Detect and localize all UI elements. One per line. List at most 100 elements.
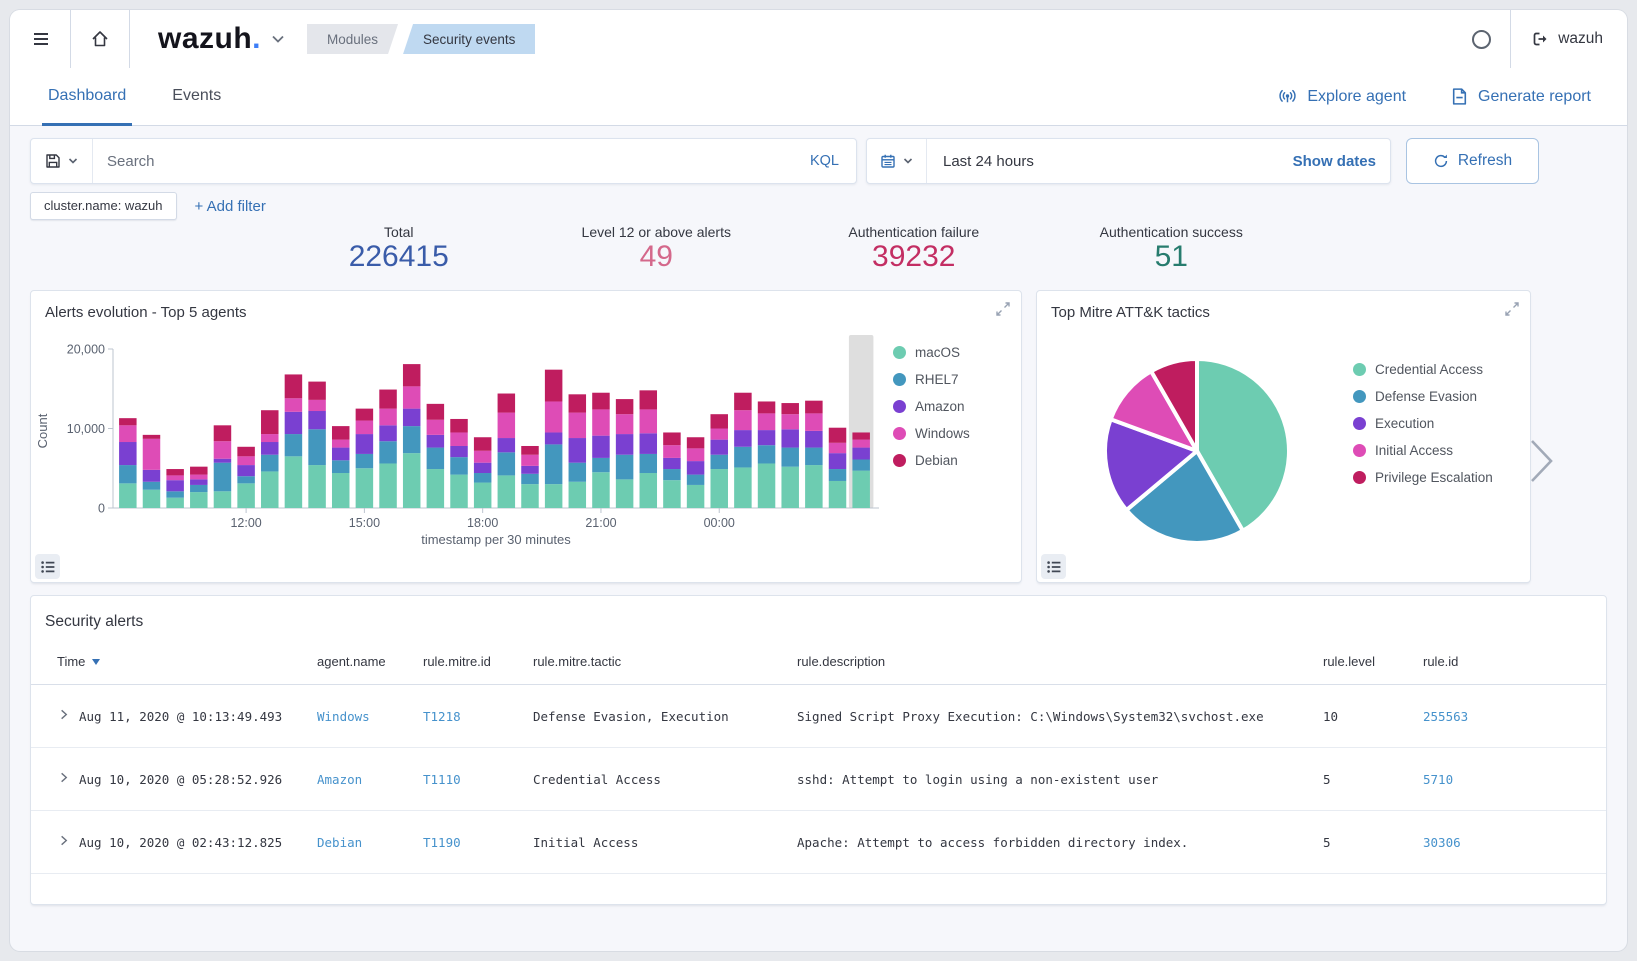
bar-series-Windows[interactable]	[119, 386, 870, 480]
filter-bar: cluster.name: wazuh + Add filter	[30, 191, 1607, 221]
column-header-rule-mitre-tactic[interactable]: rule.mitre.tactic	[533, 654, 797, 669]
legend-item-amazon[interactable]: Amazon	[893, 397, 970, 415]
column-header-label: Time	[57, 654, 85, 669]
legend-label: Debian	[915, 453, 958, 468]
expand-row-button[interactable]	[57, 771, 70, 788]
divider	[70, 10, 71, 68]
tab-events[interactable]: Events	[166, 68, 227, 126]
legend-item-rhel7[interactable]: RHEL7	[893, 370, 970, 388]
svg-text:timestamp per 30 minutes: timestamp per 30 minutes	[421, 532, 571, 547]
cell-rule-id[interactable]: 5710	[1423, 772, 1606, 787]
saved-queries-button[interactable]	[31, 139, 93, 183]
legend-label: Privilege Escalation	[1375, 470, 1493, 485]
legend-item-initial-access[interactable]: Initial Access	[1353, 441, 1493, 459]
breadcrumb-modules[interactable]: Modules	[307, 24, 398, 54]
chevron-down-icon	[902, 155, 914, 167]
expand-row-button[interactable]	[57, 834, 70, 851]
cell-agent-name[interactable]: Debian	[317, 835, 423, 850]
legend-toggle-button[interactable]	[35, 554, 60, 579]
search-input[interactable]	[93, 153, 793, 170]
cell-rule-mitre-id[interactable]: T1218	[423, 709, 533, 724]
list-icon	[40, 559, 56, 575]
column-header-label: rule.level	[1323, 654, 1375, 669]
cell-rule-id[interactable]: 255563	[1423, 709, 1606, 724]
legend-item-debian[interactable]: Debian	[893, 451, 970, 469]
index-pattern-button[interactable]: wazuh	[1523, 30, 1611, 48]
svg-text:12:00: 12:00	[230, 516, 261, 530]
tab-dashboard[interactable]: Dashboard	[42, 68, 132, 126]
refresh-button[interactable]: Refresh	[1406, 138, 1539, 184]
legend-item-defense-evasion[interactable]: Defense Evasion	[1353, 387, 1493, 405]
legend-item-credential-access[interactable]: Credential Access	[1353, 360, 1493, 378]
cell-rule-mitre-id[interactable]: T1110	[423, 772, 533, 787]
time-value: Aug 10, 2020 @ 02:43:12.825	[79, 835, 282, 850]
bar-chart-legend: macOS RHEL7 Amazon Windows Debian	[893, 343, 970, 478]
legend-item-windows[interactable]: Windows	[893, 424, 970, 442]
column-header-agent-name[interactable]: agent.name	[317, 654, 423, 669]
save-icon	[44, 152, 62, 170]
generate-report-button[interactable]: Generate report	[1450, 87, 1591, 106]
bar-series-macOS[interactable]	[119, 453, 870, 508]
home-button[interactable]	[83, 10, 117, 68]
app-status-button[interactable]	[1464, 10, 1498, 68]
table-body: Aug 11, 2020 @ 10:13:49.493WindowsT1218D…	[31, 685, 1606, 874]
add-filter-button[interactable]: + Add filter	[195, 198, 266, 215]
legend-item-execution[interactable]: Execution	[1353, 414, 1493, 432]
bar-series-Debian[interactable]	[119, 364, 870, 475]
cell-rule-mitre-tactic: Defense Evasion, Execution	[533, 709, 797, 724]
cell-agent-name[interactable]: Amazon	[317, 772, 423, 787]
menu-button[interactable]	[24, 10, 58, 68]
alerts-evolution-chart[interactable]: 010,00020,00012:0015:0018:0021:0000:00ti…	[31, 327, 891, 553]
top-navigation-bar: wazuh. Modules Security events wazuh	[10, 10, 1627, 68]
expand-panel-button[interactable]	[996, 302, 1010, 319]
refresh-icon	[1433, 153, 1449, 169]
svg-text:21:00: 21:00	[585, 516, 616, 530]
filter-pill-cluster-name[interactable]: cluster.name: wazuh	[30, 192, 177, 220]
bar-series-Amazon[interactable]	[119, 409, 870, 492]
pie-chart-legend: Credential Access Defense Evasion Executio…	[1353, 360, 1493, 495]
next-visualizations-chevron[interactable]	[1526, 436, 1556, 489]
panel-title: Alerts evolution - Top 5 agents	[45, 304, 247, 321]
stat-value: 226415	[270, 240, 528, 274]
table-row: Aug 11, 2020 @ 10:13:49.493 WindowsT1218D…	[31, 685, 1606, 748]
mitre-tactics-pie-chart[interactable]	[1045, 299, 1349, 603]
legend-item-privilege-escalation[interactable]: Privilege Escalation	[1353, 468, 1493, 486]
wazuh-logo[interactable]: wazuh.	[158, 22, 261, 56]
column-header-label: agent.name	[317, 654, 386, 669]
cell-agent-name[interactable]: Windows	[317, 709, 423, 724]
cell-rule-level: 5	[1323, 835, 1423, 850]
expand-row-button[interactable]	[57, 708, 70, 725]
chevron-right-icon	[57, 771, 70, 784]
query-language-button[interactable]: KQL	[793, 153, 856, 169]
bar-series-RHEL7[interactable]	[119, 426, 870, 498]
legend-dot	[893, 454, 906, 467]
app-switcher-chevron[interactable]	[263, 10, 293, 68]
column-header-time[interactable]: Time	[57, 654, 317, 669]
time-value: Aug 10, 2020 @ 05:28:52.926	[79, 772, 282, 787]
cell-rule-mitre-id[interactable]: T1190	[423, 835, 533, 850]
column-header-rule-mitre-id[interactable]: rule.mitre.id	[423, 654, 533, 669]
wazuh-app: wazuh. Modules Security events wazuh Das…	[10, 10, 1627, 951]
legend-dot	[1353, 390, 1366, 403]
legend-label: Windows	[915, 426, 970, 441]
svg-text:0: 0	[98, 502, 105, 516]
legend-item-macos[interactable]: macOS	[893, 343, 970, 361]
time-value: Aug 11, 2020 @ 10:13:49.493	[79, 709, 282, 724]
cell-rule-description: Signed Script Proxy Execution: C:\Window…	[797, 709, 1323, 724]
column-header-rule-id[interactable]: rule.id	[1423, 654, 1606, 669]
stat-value: 39232	[785, 240, 1043, 274]
legend-toggle-button[interactable]	[1041, 554, 1066, 579]
explore-agent-button[interactable]: Explore agent	[1277, 86, 1406, 107]
stat-value: 51	[1043, 240, 1301, 274]
show-dates-button[interactable]: Show dates	[1279, 153, 1390, 170]
legend-dot	[1353, 363, 1366, 376]
svg-text:18:00: 18:00	[467, 516, 498, 530]
content-area: KQL Last 24 hours Show dates Refresh clu…	[10, 126, 1627, 905]
column-header-rule-level[interactable]: rule.level	[1323, 654, 1423, 669]
legend-label: Defense Evasion	[1375, 389, 1477, 404]
time-range-value[interactable]: Last 24 hours	[927, 153, 1279, 170]
quick-select-button[interactable]	[867, 139, 927, 183]
cell-rule-id[interactable]: 30306	[1423, 835, 1606, 850]
expand-panel-button[interactable]	[1505, 302, 1519, 319]
column-header-rule-description[interactable]: rule.description	[797, 654, 1323, 669]
